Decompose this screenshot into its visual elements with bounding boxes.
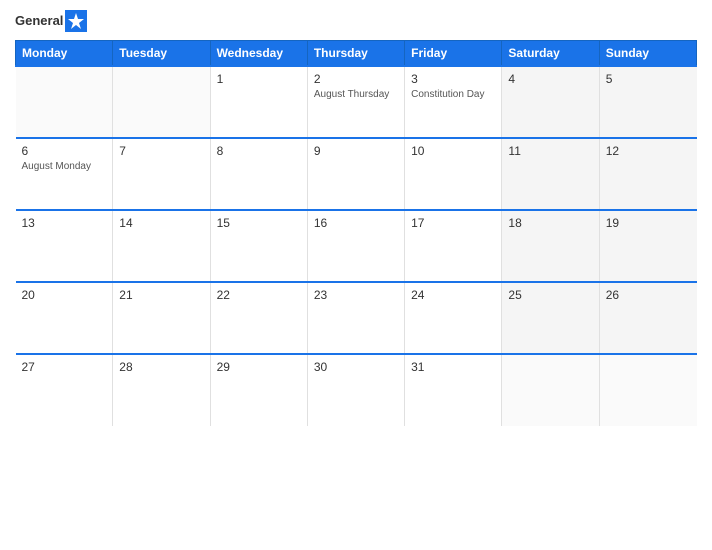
day-number: 20 <box>22 288 107 302</box>
calendar-cell: 25 <box>502 282 599 354</box>
day-number: 30 <box>314 360 398 374</box>
calendar-cell <box>113 66 210 138</box>
day-number: 4 <box>508 72 592 86</box>
calendar-cell: 13 <box>16 210 113 282</box>
day-number: 6 <box>22 144 107 158</box>
day-number: 24 <box>411 288 495 302</box>
day-number: 8 <box>217 144 301 158</box>
day-number: 25 <box>508 288 592 302</box>
calendar-cell: 17 <box>405 210 502 282</box>
day-number: 31 <box>411 360 495 374</box>
calendar-header: General <box>15 10 697 32</box>
day-number: 7 <box>119 144 203 158</box>
day-number: 11 <box>508 144 592 158</box>
calendar-week-row: 13 14 15 16 17 18 19 <box>16 210 697 282</box>
col-header-tuesday: Tuesday <box>113 41 210 67</box>
day-number: 13 <box>22 216 107 230</box>
day-number: 14 <box>119 216 203 230</box>
day-number: 18 <box>508 216 592 230</box>
col-header-thursday: Thursday <box>307 41 404 67</box>
day-number: 22 <box>217 288 301 302</box>
logo-text: General <box>15 14 63 28</box>
calendar-cell: 27 <box>16 354 113 426</box>
calendar-cell: 30 <box>307 354 404 426</box>
calendar-cell: 12 <box>599 138 696 210</box>
calendar-week-row: 20 21 22 23 24 25 26 <box>16 282 697 354</box>
col-header-sunday: Sunday <box>599 41 696 67</box>
day-number: 27 <box>22 360 107 374</box>
calendar-cell: 15 <box>210 210 307 282</box>
day-number: 3 <box>411 72 495 86</box>
col-header-saturday: Saturday <box>502 41 599 67</box>
calendar-cell: 4 <box>502 66 599 138</box>
calendar-cell: 5 <box>599 66 696 138</box>
calendar-week-row: 6 August Monday 789 10 11 12 <box>16 138 697 210</box>
day-number: 5 <box>606 72 691 86</box>
calendar-cell: 21 <box>113 282 210 354</box>
day-number: 9 <box>314 144 398 158</box>
logo-flag-icon <box>65 10 87 32</box>
day-number: 29 <box>217 360 301 374</box>
day-number: 15 <box>217 216 301 230</box>
day-number: 10 <box>411 144 495 158</box>
calendar-cell: 9 <box>307 138 404 210</box>
calendar-week-row: 27 28 29 30 31 <box>16 354 697 426</box>
calendar-cell <box>599 354 696 426</box>
calendar-cell: 23 <box>307 282 404 354</box>
calendar-page: General MondayTuesdayWednesdayThursdayFr… <box>0 0 712 550</box>
day-number: 17 <box>411 216 495 230</box>
day-number: 28 <box>119 360 203 374</box>
calendar-cell: 24 <box>405 282 502 354</box>
event-label: August Monday <box>22 160 107 173</box>
calendar-cell: 14 <box>113 210 210 282</box>
calendar-cell: 19 <box>599 210 696 282</box>
calendar-cell: 6 August Monday <box>16 138 113 210</box>
col-header-wednesday: Wednesday <box>210 41 307 67</box>
calendar-week-row: 12 August Thursday 3 Constitution Day 45 <box>16 66 697 138</box>
day-number: 23 <box>314 288 398 302</box>
event-label: Constitution Day <box>411 88 495 101</box>
day-number: 16 <box>314 216 398 230</box>
calendar-cell: 1 <box>210 66 307 138</box>
calendar-cell <box>16 66 113 138</box>
calendar-cell: 10 <box>405 138 502 210</box>
calendar-cell: 22 <box>210 282 307 354</box>
calendar-cell: 3 Constitution Day <box>405 66 502 138</box>
day-number: 26 <box>606 288 691 302</box>
event-label: August Thursday <box>314 88 398 101</box>
day-number: 12 <box>606 144 691 158</box>
day-number: 2 <box>314 72 398 86</box>
calendar-cell: 8 <box>210 138 307 210</box>
calendar-cell: 16 <box>307 210 404 282</box>
calendar-cell: 29 <box>210 354 307 426</box>
calendar-header-row: MondayTuesdayWednesdayThursdayFridaySatu… <box>16 41 697 67</box>
calendar-table: MondayTuesdayWednesdayThursdayFridaySatu… <box>15 40 697 426</box>
day-number: 19 <box>606 216 691 230</box>
calendar-cell: 18 <box>502 210 599 282</box>
calendar-cell: 28 <box>113 354 210 426</box>
calendar-cell: 7 <box>113 138 210 210</box>
day-number: 21 <box>119 288 203 302</box>
calendar-cell: 2 August Thursday <box>307 66 404 138</box>
calendar-cell: 11 <box>502 138 599 210</box>
calendar-cell <box>502 354 599 426</box>
day-number: 1 <box>217 72 301 86</box>
calendar-cell: 31 <box>405 354 502 426</box>
calendar-cell: 20 <box>16 282 113 354</box>
col-header-monday: Monday <box>16 41 113 67</box>
logo: General <box>15 10 87 32</box>
col-header-friday: Friday <box>405 41 502 67</box>
calendar-cell: 26 <box>599 282 696 354</box>
